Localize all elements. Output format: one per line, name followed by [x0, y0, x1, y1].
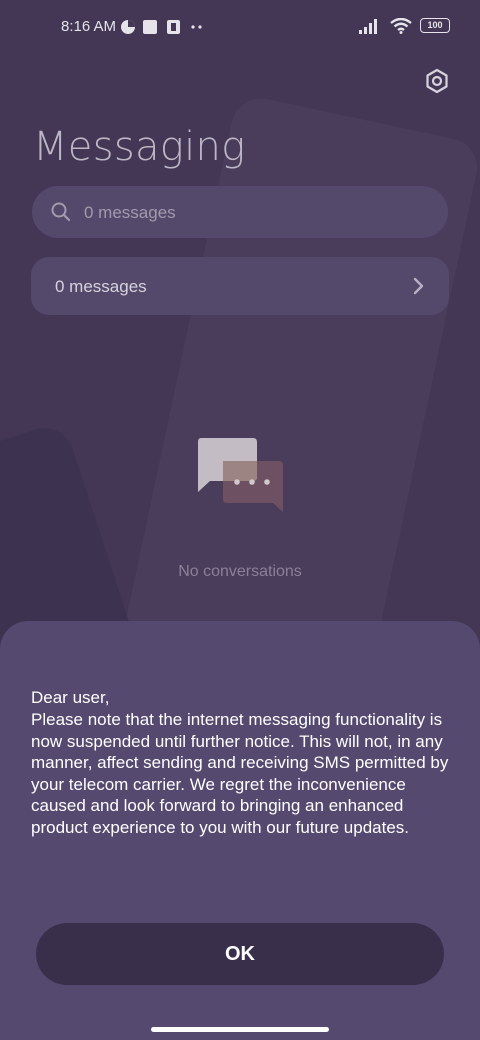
notification-icons	[121, 20, 202, 34]
gear-icon	[426, 68, 448, 94]
signal-icon	[359, 19, 378, 34]
messages-card-label: 0 messages	[55, 277, 147, 296]
notice-dialog: Dear user, Please note that the internet…	[0, 621, 480, 1040]
battery-icon: 100	[420, 18, 450, 33]
status-time: 8:16 AM	[61, 18, 117, 35]
battery-level: 100	[427, 20, 443, 30]
dialog-greeting: Dear user,	[31, 688, 110, 707]
chat-bubbles-icon	[198, 438, 283, 512]
page-title: Messaging	[33, 124, 246, 170]
search-bar[interactable]	[32, 186, 448, 238]
settings-button[interactable]	[422, 66, 452, 96]
home-indicator[interactable]	[151, 1027, 329, 1032]
chevron-right-icon	[413, 277, 424, 295]
ok-button[interactable]: OK	[36, 923, 444, 985]
status-bar: 8:16 AM 100	[0, 0, 480, 56]
dialog-message: Please note that the internet messaging …	[31, 710, 449, 837]
wifi-icon	[389, 17, 412, 34]
messages-card[interactable]: 0 messages	[31, 257, 449, 315]
empty-state-label: No conversations	[178, 563, 302, 580]
status-right-icons: 100	[359, 17, 450, 36]
search-icon	[51, 202, 71, 222]
search-input[interactable]	[82, 200, 426, 226]
